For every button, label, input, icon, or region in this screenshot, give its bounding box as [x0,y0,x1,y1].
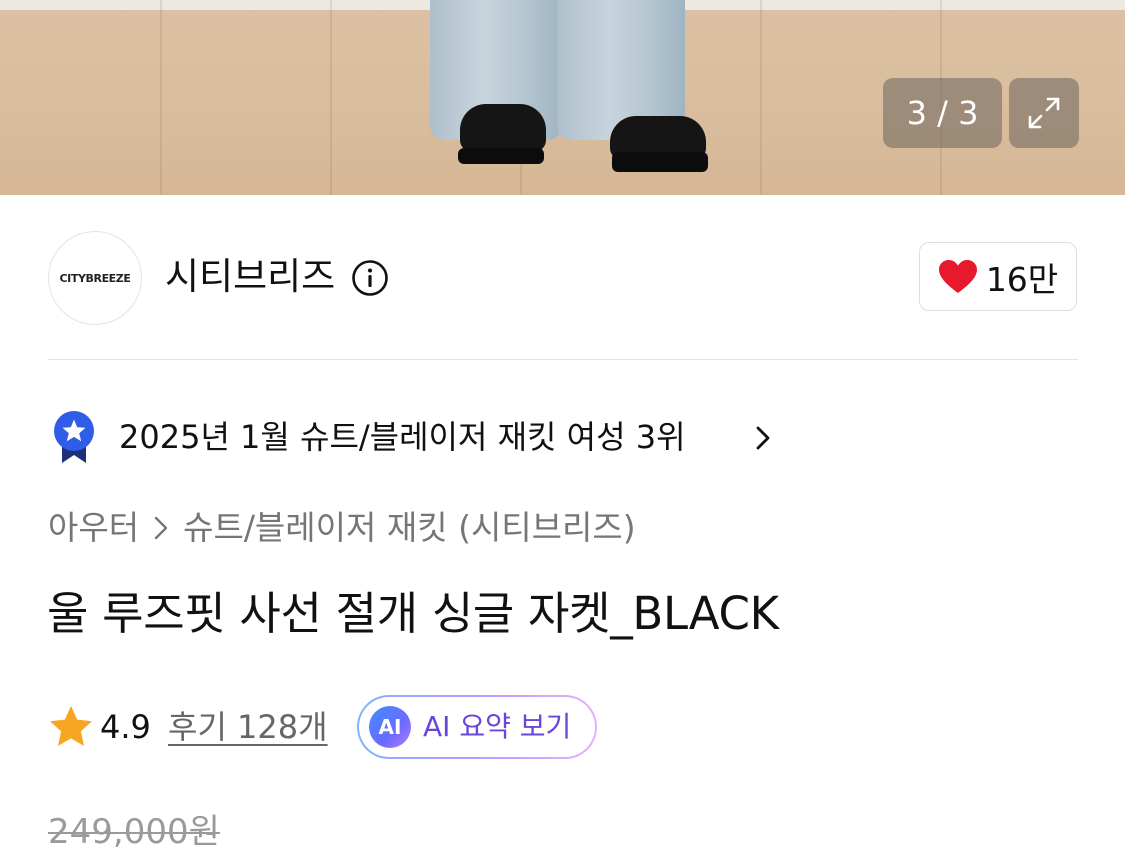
brand-logo[interactable]: CITYBREEZE [48,231,142,325]
product-title: 울 루즈핏 사선 절개 싱글 자켓_BLACK [47,587,779,640]
image-counter-text: 3 / 3 [906,94,979,132]
brand-name[interactable]: 시티브리즈 [165,254,335,300]
ai-icon: AI [369,706,411,748]
breadcrumb: 아우터 슈트/블레이저 재킷 (시티브리즈) [48,506,636,550]
left-shoe [460,104,546,152]
brand-logo-text: CITYBREEZE [59,271,131,285]
expand-image-button[interactable] [1009,78,1079,148]
breadcrumb-item-outer[interactable]: 아우터 [48,506,139,550]
ai-summary-label: AI 요약 보기 [423,710,572,743]
review-count-link[interactable]: 후기 128개 [168,706,328,748]
image-counter: 3 / 3 [883,78,1002,148]
breadcrumb-item-category[interactable]: 슈트/블레이저 재킷 (시티브리즈) [183,506,636,550]
heart-icon [938,259,977,293]
chevron-right-icon[interactable] [752,423,774,453]
ai-summary-button[interactable]: AI AI 요약 보기 [357,695,597,759]
expand-icon [1028,97,1060,129]
star-icon [50,706,92,746]
ranking-text[interactable]: 2025년 1월 슈트/블레이저 재킷 여성 3위 [119,416,686,458]
award-ribbon-icon [54,411,94,463]
original-price: 249,000원 [48,812,220,852]
like-count: 16만 [985,259,1059,299]
rating-value: 4.9 [100,708,151,746]
section-divider [48,359,1078,360]
info-circle-icon[interactable] [351,259,389,297]
chevron-right-icon [154,516,168,540]
like-button[interactable]: 16만 [919,242,1077,311]
